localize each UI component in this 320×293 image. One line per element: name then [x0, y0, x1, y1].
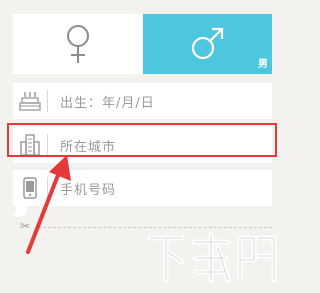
birthday-cake-icon [13, 83, 47, 119]
male-button[interactable]: 男 [142, 14, 272, 74]
female-button[interactable] [13, 14, 143, 74]
birthdate-field[interactable]: 出生：年/月/日 [13, 83, 272, 119]
dashed-cut-line [38, 227, 272, 228]
female-symbol-icon [66, 25, 89, 63]
field-divider [47, 90, 48, 112]
birthdate-placeholder: 出生：年/月/日 [60, 95, 155, 111]
speech-bubble-tail [13, 200, 27, 217]
phone-placeholder: 手机号码 [60, 182, 117, 198]
gender-selector: 男 [13, 14, 272, 74]
city-field-highlight-box [7, 123, 277, 157]
male-symbol-icon [192, 27, 224, 60]
male-label: 男 [258, 59, 268, 70]
field-divider [47, 177, 48, 199]
download-site-watermark-logo [147, 232, 277, 283]
phone-field[interactable]: 手机号码 [13, 170, 272, 206]
scissors-icon: ✂ [20, 219, 31, 233]
